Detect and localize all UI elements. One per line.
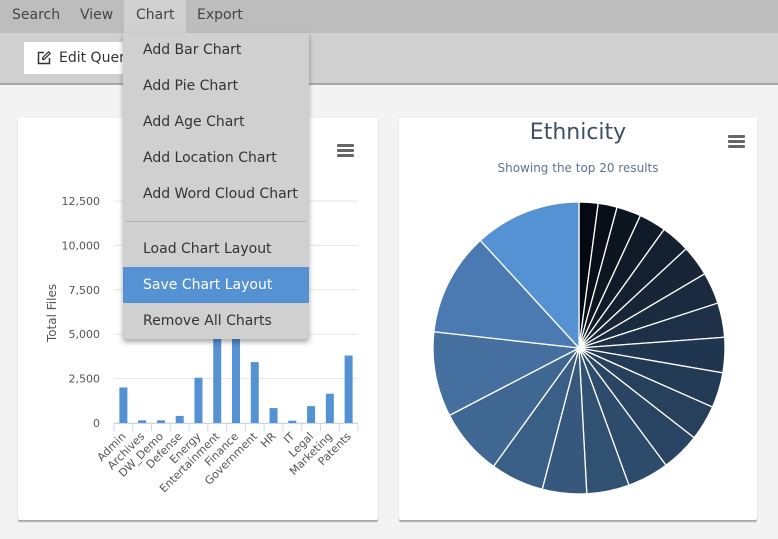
bar[interactable] <box>194 377 203 423</box>
y-tick-label: 5,000 <box>69 328 101 341</box>
y-tick-label: 12,500 <box>62 195 101 208</box>
y-tick-label: 0 <box>93 417 100 430</box>
menu-chart[interactable]: Chart <box>124 0 187 33</box>
y-tick-label: 10,000 <box>62 239 101 252</box>
edit-query-label: Edit Query <box>59 50 134 66</box>
bar[interactable] <box>138 420 147 423</box>
menu-search[interactable]: Search <box>0 0 72 33</box>
menu-item-add-bar-chart[interactable]: Add Bar Chart <box>123 32 309 68</box>
bar[interactable] <box>175 415 184 423</box>
menu-item-remove-all-charts[interactable]: Remove All Charts <box>123 303 309 339</box>
bar[interactable] <box>156 420 165 423</box>
toolbar: Edit Query <box>0 33 778 85</box>
menu-item-add-pie-chart[interactable]: Add Pie Chart <box>123 68 309 104</box>
pie-chart <box>432 201 726 495</box>
bar[interactable] <box>325 393 334 423</box>
pie-chart-card: Ethnicity Showing the top 20 results <box>399 118 757 520</box>
bar[interactable] <box>269 408 278 423</box>
chart-dropdown-menu: Add Bar Chart Add Pie Chart Add Age Char… <box>123 33 309 339</box>
x-tick-label: HR <box>258 430 279 451</box>
bar[interactable] <box>250 362 259 423</box>
menu-item-load-chart-layout[interactable]: Load Chart Layout <box>123 231 309 267</box>
menu-view[interactable]: View <box>68 0 125 33</box>
menu-bar: Search View Chart Export <box>0 0 778 33</box>
menu-separator <box>126 221 306 222</box>
edit-icon <box>37 51 51 65</box>
bar[interactable] <box>119 387 128 423</box>
bar[interactable] <box>307 406 316 423</box>
menu-item-add-age-chart[interactable]: Add Age Chart <box>123 104 309 140</box>
menu-item-add-word-cloud-chart[interactable]: Add Word Cloud Chart <box>123 176 309 212</box>
y-tick-label: 2,500 <box>69 373 101 386</box>
bar[interactable] <box>344 355 353 423</box>
y-tick-label: 7,500 <box>69 284 101 297</box>
menu-item-add-location-chart[interactable]: Add Location Chart <box>123 140 309 176</box>
menu-export[interactable]: Export <box>185 0 255 33</box>
menu-item-save-chart-layout[interactable]: Save Chart Layout <box>123 267 309 303</box>
y-axis-label: Total Files <box>45 284 59 343</box>
bar[interactable] <box>288 420 297 423</box>
